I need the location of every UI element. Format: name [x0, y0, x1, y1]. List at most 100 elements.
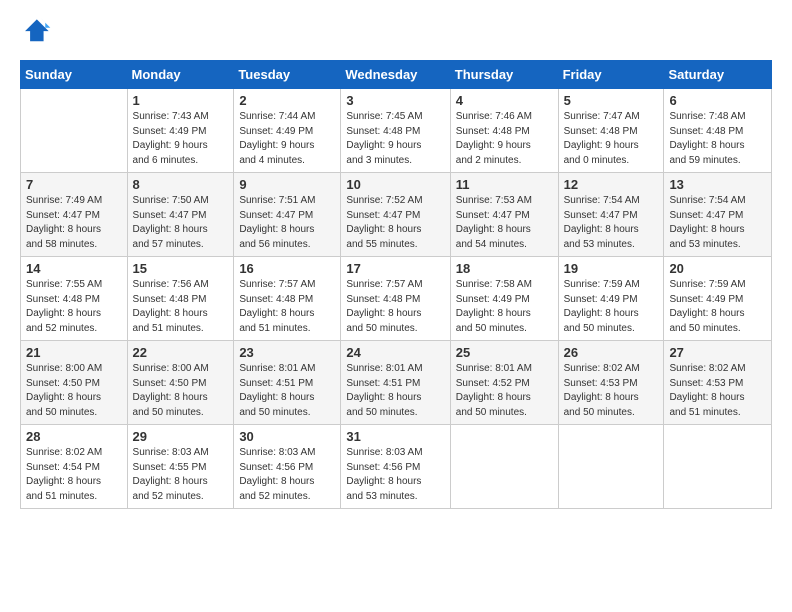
calendar-cell: 2 Sunrise: 7:44 AM Sunset: 4:49 PM Daylig…	[234, 89, 341, 173]
calendar-week-3: 14 Sunrise: 7:55 AM Sunset: 4:48 PM Dayli…	[21, 257, 772, 341]
calendar-cell	[664, 425, 772, 509]
calendar-cell: 8 Sunrise: 7:50 AM Sunset: 4:47 PM Daylig…	[127, 173, 234, 257]
day-number: 1	[133, 93, 229, 108]
day-info: Sunrise: 8:03 AM Sunset: 4:55 PM Dayligh…	[133, 446, 229, 504]
day-info: Sunrise: 7:44 AM Sunset: 4:49 PM Dayligh…	[239, 110, 335, 168]
day-number: 25	[456, 345, 553, 360]
day-number: 3	[346, 93, 444, 108]
calendar-cell: 18 Sunrise: 7:58 AM Sunset: 4:49 PM Dayli…	[450, 257, 558, 341]
calendar-cell: 3 Sunrise: 7:45 AM Sunset: 4:48 PM Daylig…	[341, 89, 450, 173]
calendar-cell	[450, 425, 558, 509]
day-number: 8	[133, 177, 229, 192]
day-number: 30	[239, 429, 335, 444]
day-info: Sunrise: 8:02 AM Sunset: 4:54 PM Dayligh…	[26, 446, 122, 504]
day-number: 20	[669, 261, 766, 276]
day-number: 4	[456, 93, 553, 108]
calendar-week-2: 7Sunrise: 7:49 AM Sunset: 4:47 PM Daylig…	[21, 173, 772, 257]
calendar-cell: 29 Sunrise: 8:03 AM Sunset: 4:55 PM Dayli…	[127, 425, 234, 509]
calendar-cell	[21, 89, 128, 173]
calendar-week-1: 1 Sunrise: 7:43 AM Sunset: 4:49 PM Daylig…	[21, 89, 772, 173]
day-number: 7	[26, 177, 122, 192]
day-number: 17	[346, 261, 444, 276]
calendar-header-row: SundayMondayTuesdayWednesdayThursdayFrid…	[21, 61, 772, 89]
day-number: 31	[346, 429, 444, 444]
day-number: 18	[456, 261, 553, 276]
calendar-header-tuesday: Tuesday	[234, 61, 341, 89]
day-info: Sunrise: 7:57 AM Sunset: 4:48 PM Dayligh…	[346, 278, 444, 336]
logo	[20, 16, 56, 48]
day-number: 23	[239, 345, 335, 360]
calendar-cell: 24Sunrise: 8:01 AM Sunset: 4:51 PM Dayli…	[341, 341, 450, 425]
day-number: 2	[239, 93, 335, 108]
calendar-cell: 21 Sunrise: 8:00 AM Sunset: 4:50 PM Dayli…	[21, 341, 128, 425]
day-info: Sunrise: 8:03 AM Sunset: 4:56 PM Dayligh…	[346, 446, 444, 504]
day-info: Sunrise: 8:02 AM Sunset: 4:53 PM Dayligh…	[564, 362, 659, 420]
day-info: Sunrise: 7:51 AM Sunset: 4:47 PM Dayligh…	[239, 194, 335, 252]
day-info: Sunrise: 7:47 AM Sunset: 4:48 PM Dayligh…	[564, 110, 659, 168]
day-number: 28	[26, 429, 122, 444]
calendar-header-monday: Monday	[127, 61, 234, 89]
day-number: 5	[564, 93, 659, 108]
day-info: Sunrise: 7:48 AM Sunset: 4:48 PM Dayligh…	[669, 110, 766, 168]
day-info: Sunrise: 7:56 AM Sunset: 4:48 PM Dayligh…	[133, 278, 229, 336]
day-number: 19	[564, 261, 659, 276]
calendar-cell: 19 Sunrise: 7:59 AM Sunset: 4:49 PM Dayli…	[558, 257, 664, 341]
day-info: Sunrise: 7:50 AM Sunset: 4:47 PM Dayligh…	[133, 194, 229, 252]
day-number: 21	[26, 345, 122, 360]
header	[20, 16, 772, 48]
calendar-cell: 31 Sunrise: 8:03 AM Sunset: 4:56 PM Dayli…	[341, 425, 450, 509]
day-info: Sunrise: 7:54 AM Sunset: 4:47 PM Dayligh…	[669, 194, 766, 252]
day-info: Sunrise: 8:03 AM Sunset: 4:56 PM Dayligh…	[239, 446, 335, 504]
calendar-cell: 25 Sunrise: 8:01 AM Sunset: 4:52 PM Dayli…	[450, 341, 558, 425]
day-info: Sunrise: 7:52 AM Sunset: 4:47 PM Dayligh…	[346, 194, 444, 252]
calendar-cell: 10 Sunrise: 7:52 AM Sunset: 4:47 PM Dayli…	[341, 173, 450, 257]
page: SundayMondayTuesdayWednesdayThursdayFrid…	[0, 0, 792, 612]
day-info: Sunrise: 7:58 AM Sunset: 4:49 PM Dayligh…	[456, 278, 553, 336]
day-number: 16	[239, 261, 335, 276]
day-info: Sunrise: 8:01 AM Sunset: 4:51 PM Dayligh…	[346, 362, 444, 420]
calendar-week-4: 21 Sunrise: 8:00 AM Sunset: 4:50 PM Dayli…	[21, 341, 772, 425]
day-info: Sunrise: 7:54 AM Sunset: 4:47 PM Dayligh…	[564, 194, 659, 252]
day-number: 14	[26, 261, 122, 276]
calendar-header-thursday: Thursday	[450, 61, 558, 89]
logo-icon	[20, 16, 52, 48]
day-info: Sunrise: 7:43 AM Sunset: 4:49 PM Dayligh…	[133, 110, 229, 168]
day-info: Sunrise: 7:57 AM Sunset: 4:48 PM Dayligh…	[239, 278, 335, 336]
day-number: 10	[346, 177, 444, 192]
calendar-cell: 28 Sunrise: 8:02 AM Sunset: 4:54 PM Dayli…	[21, 425, 128, 509]
day-info: Sunrise: 7:59 AM Sunset: 4:49 PM Dayligh…	[564, 278, 659, 336]
calendar-cell: 9Sunrise: 7:51 AM Sunset: 4:47 PM Daylig…	[234, 173, 341, 257]
day-number: 22	[133, 345, 229, 360]
day-number: 6	[669, 93, 766, 108]
calendar-cell: 12 Sunrise: 7:54 AM Sunset: 4:47 PM Dayli…	[558, 173, 664, 257]
day-number: 29	[133, 429, 229, 444]
calendar-cell: 5 Sunrise: 7:47 AM Sunset: 4:48 PM Daylig…	[558, 89, 664, 173]
calendar-cell: 23 Sunrise: 8:01 AM Sunset: 4:51 PM Dayli…	[234, 341, 341, 425]
day-info: Sunrise: 8:02 AM Sunset: 4:53 PM Dayligh…	[669, 362, 766, 420]
calendar-cell	[558, 425, 664, 509]
day-number: 26	[564, 345, 659, 360]
calendar-cell: 6 Sunrise: 7:48 AM Sunset: 4:48 PM Daylig…	[664, 89, 772, 173]
calendar-cell: 14 Sunrise: 7:55 AM Sunset: 4:48 PM Dayli…	[21, 257, 128, 341]
day-info: Sunrise: 7:59 AM Sunset: 4:49 PM Dayligh…	[669, 278, 766, 336]
day-info: Sunrise: 7:45 AM Sunset: 4:48 PM Dayligh…	[346, 110, 444, 168]
day-number: 13	[669, 177, 766, 192]
day-info: Sunrise: 8:01 AM Sunset: 4:51 PM Dayligh…	[239, 362, 335, 420]
calendar-cell: 1 Sunrise: 7:43 AM Sunset: 4:49 PM Daylig…	[127, 89, 234, 173]
calendar-cell: 26 Sunrise: 8:02 AM Sunset: 4:53 PM Dayli…	[558, 341, 664, 425]
calendar-cell: 13 Sunrise: 7:54 AM Sunset: 4:47 PM Dayli…	[664, 173, 772, 257]
calendar-cell: 15 Sunrise: 7:56 AM Sunset: 4:48 PM Dayli…	[127, 257, 234, 341]
calendar-cell: 4Sunrise: 7:46 AM Sunset: 4:48 PM Daylig…	[450, 89, 558, 173]
day-info: Sunrise: 8:00 AM Sunset: 4:50 PM Dayligh…	[26, 362, 122, 420]
day-info: Sunrise: 7:55 AM Sunset: 4:48 PM Dayligh…	[26, 278, 122, 336]
calendar-cell: 22Sunrise: 8:00 AM Sunset: 4:50 PM Dayli…	[127, 341, 234, 425]
calendar-cell: 11Sunrise: 7:53 AM Sunset: 4:47 PM Dayli…	[450, 173, 558, 257]
calendar-cell: 20 Sunrise: 7:59 AM Sunset: 4:49 PM Dayli…	[664, 257, 772, 341]
calendar-week-5: 28 Sunrise: 8:02 AM Sunset: 4:54 PM Dayli…	[21, 425, 772, 509]
calendar-cell: 7Sunrise: 7:49 AM Sunset: 4:47 PM Daylig…	[21, 173, 128, 257]
day-info: Sunrise: 8:01 AM Sunset: 4:52 PM Dayligh…	[456, 362, 553, 420]
day-number: 12	[564, 177, 659, 192]
calendar-cell: 17 Sunrise: 7:57 AM Sunset: 4:48 PM Dayli…	[341, 257, 450, 341]
day-info: Sunrise: 7:53 AM Sunset: 4:47 PM Dayligh…	[456, 194, 553, 252]
day-number: 15	[133, 261, 229, 276]
